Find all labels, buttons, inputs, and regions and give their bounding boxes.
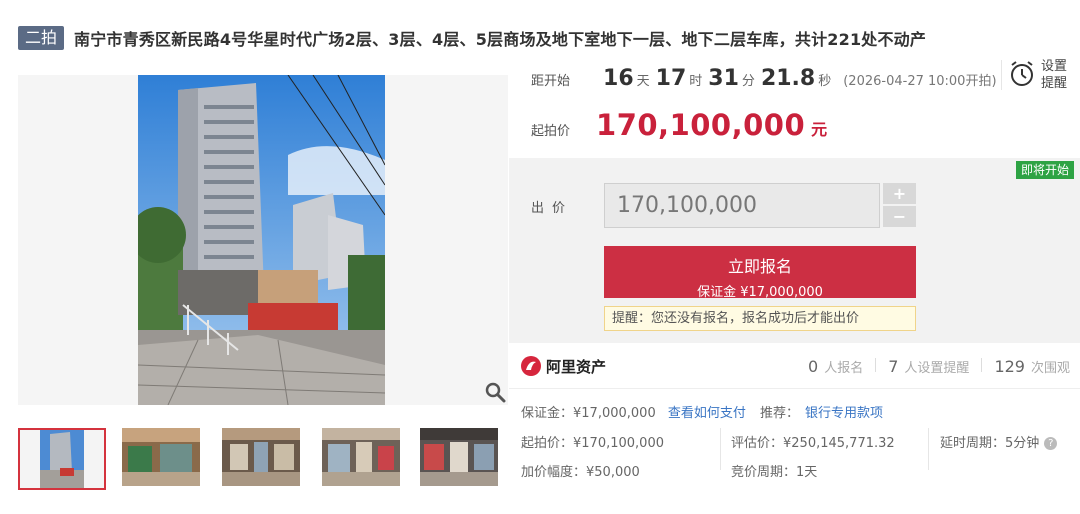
auction-period-value: 1天 xyxy=(796,465,818,480)
detail-divider xyxy=(928,428,929,470)
decrease-bid-button[interactable]: − xyxy=(883,206,916,227)
deposit-value: ¥17,000,000 xyxy=(573,406,656,421)
signup-count: 0 xyxy=(808,357,819,376)
reminder-label: 设置提醒 xyxy=(1041,59,1068,91)
thumbnail-4[interactable] xyxy=(322,428,410,490)
zoom-icon[interactable] xyxy=(484,381,506,403)
countdown-seconds-unit: 秒 xyxy=(818,74,832,89)
bid-label: 出价 xyxy=(531,201,574,216)
stat-divider xyxy=(875,358,877,372)
register-button-label: 立即报名 xyxy=(727,257,792,276)
delay-period-info: 延时周期：5分钟? xyxy=(940,432,1058,451)
increment-value: ¥50,000 xyxy=(586,465,640,480)
auction-period-label: 竞价周期： xyxy=(731,465,797,480)
thumbnail-5[interactable] xyxy=(420,428,508,490)
how-to-pay-link[interactable]: 查看如何支付 xyxy=(668,406,746,421)
remind-divider xyxy=(1001,60,1002,90)
ali-asset-icon xyxy=(521,356,541,376)
stat-divider xyxy=(981,358,983,372)
reminder-count-label: 人设置提醒 xyxy=(904,361,970,376)
title-row: 二拍 南宁市青秀区新民路4号华星时代广场2层、3层、4层、5层商场及地下室地下一… xyxy=(18,26,926,50)
delay-value: 5分钟 xyxy=(1005,436,1040,451)
main-photo xyxy=(138,75,385,405)
bank-transfer-link[interactable]: 银行专用款项 xyxy=(805,406,883,421)
countdown-minutes-unit: 分 xyxy=(741,74,755,89)
main-image-viewer[interactable] xyxy=(18,75,508,405)
thumbnail-2[interactable] xyxy=(122,428,210,490)
countdown-label: 距开始 xyxy=(531,74,571,89)
brand-row: 阿里资产 0 人报名 7 人设置提醒 129 次围观 xyxy=(509,343,1080,389)
appraisal-value: ¥250,145,771.32 xyxy=(783,436,895,451)
alarm-clock-icon xyxy=(1009,60,1035,92)
deposit-label: 保证金： xyxy=(521,406,574,421)
register-button[interactable]: 立即报名 保证金 ¥17,000,000 xyxy=(604,246,916,300)
register-deposit-label: 保证金 ¥17,000,000 xyxy=(697,285,823,300)
signup-label: 人报名 xyxy=(824,361,864,376)
round-badge: 二拍 xyxy=(18,26,65,50)
appraisal-label: 评估价： xyxy=(731,436,784,451)
recommend-label: 推荐： xyxy=(760,406,800,421)
start-price-row: 起拍价 170,100,000 元 xyxy=(531,108,827,142)
start-price-unit: 元 xyxy=(811,120,828,139)
status-badge: 即将开始 xyxy=(1015,161,1074,179)
thumbnail-3[interactable] xyxy=(222,428,310,490)
countdown-seconds: 21.8 xyxy=(760,66,816,91)
detail-divider xyxy=(720,428,721,470)
detail-start-price-value: ¥170,100,000 xyxy=(573,436,664,451)
auction-start-time: (2026-04-27 10:00开拍) xyxy=(843,74,997,89)
thumbnail-1[interactable] xyxy=(18,428,106,490)
brand-name: 阿里资产 xyxy=(546,357,607,376)
countdown-hours: 17 xyxy=(655,66,687,91)
registration-hint: 提醒：您还没有报名，报名成功后才能出价 xyxy=(604,306,916,331)
auction-period-info: 竞价周期：1天 xyxy=(731,461,817,480)
countdown-days: 16 xyxy=(603,66,634,91)
countdown-minutes: 31 xyxy=(708,66,739,91)
view-label: 次围观 xyxy=(1030,361,1070,376)
bid-panel: 即将开始 出价 170,100,000 + − 立即报名 保证金 ¥17,000… xyxy=(509,158,1080,343)
countdown-days-unit: 天 xyxy=(636,74,650,89)
ali-asset-logo[interactable]: 阿里资产 xyxy=(520,355,606,377)
auction-stats: 0 人报名 7 人设置提醒 129 次围观 xyxy=(808,357,1070,376)
thumbnail-strip xyxy=(18,428,508,490)
page-title: 南宁市青秀区新民路4号华星时代广场2层、3层、4层、5层商场及地下室地下一层、地… xyxy=(74,30,927,49)
view-count: 129 xyxy=(994,357,1025,376)
delay-label: 延时周期： xyxy=(940,436,1006,451)
start-price-info: 起拍价：¥170,100,000 xyxy=(521,432,664,451)
appraisal-info: 评估价：¥250,145,771.32 xyxy=(731,432,895,451)
bid-amount-input[interactable]: 170,100,000 xyxy=(604,183,880,228)
increase-bid-button[interactable]: + xyxy=(883,183,916,204)
reminder-count: 7 xyxy=(888,357,899,376)
deposit-info: 保证金：¥17,000,000 查看如何支付 推荐： 银行专用款项 xyxy=(521,402,883,421)
set-reminder-button[interactable]: 设置提醒 xyxy=(1001,58,1076,96)
countdown-timer: 16 天 17 时 31 分 21.8 秒 (2026-04-27 10:00开… xyxy=(603,66,997,91)
countdown-hours-unit: 时 xyxy=(689,74,703,89)
increment-label: 加价幅度： xyxy=(521,465,587,480)
detail-start-price-label: 起拍价： xyxy=(521,436,574,451)
increment-info: 加价幅度：¥50,000 xyxy=(521,461,640,480)
countdown-row: 距开始 16 天 17 时 31 分 21.8 秒 (2026-04-27 10… xyxy=(531,66,997,91)
start-price-label: 起拍价 xyxy=(531,124,571,139)
help-icon[interactable]: ? xyxy=(1044,437,1058,450)
start-price-value: 170,100,000 xyxy=(596,108,806,142)
